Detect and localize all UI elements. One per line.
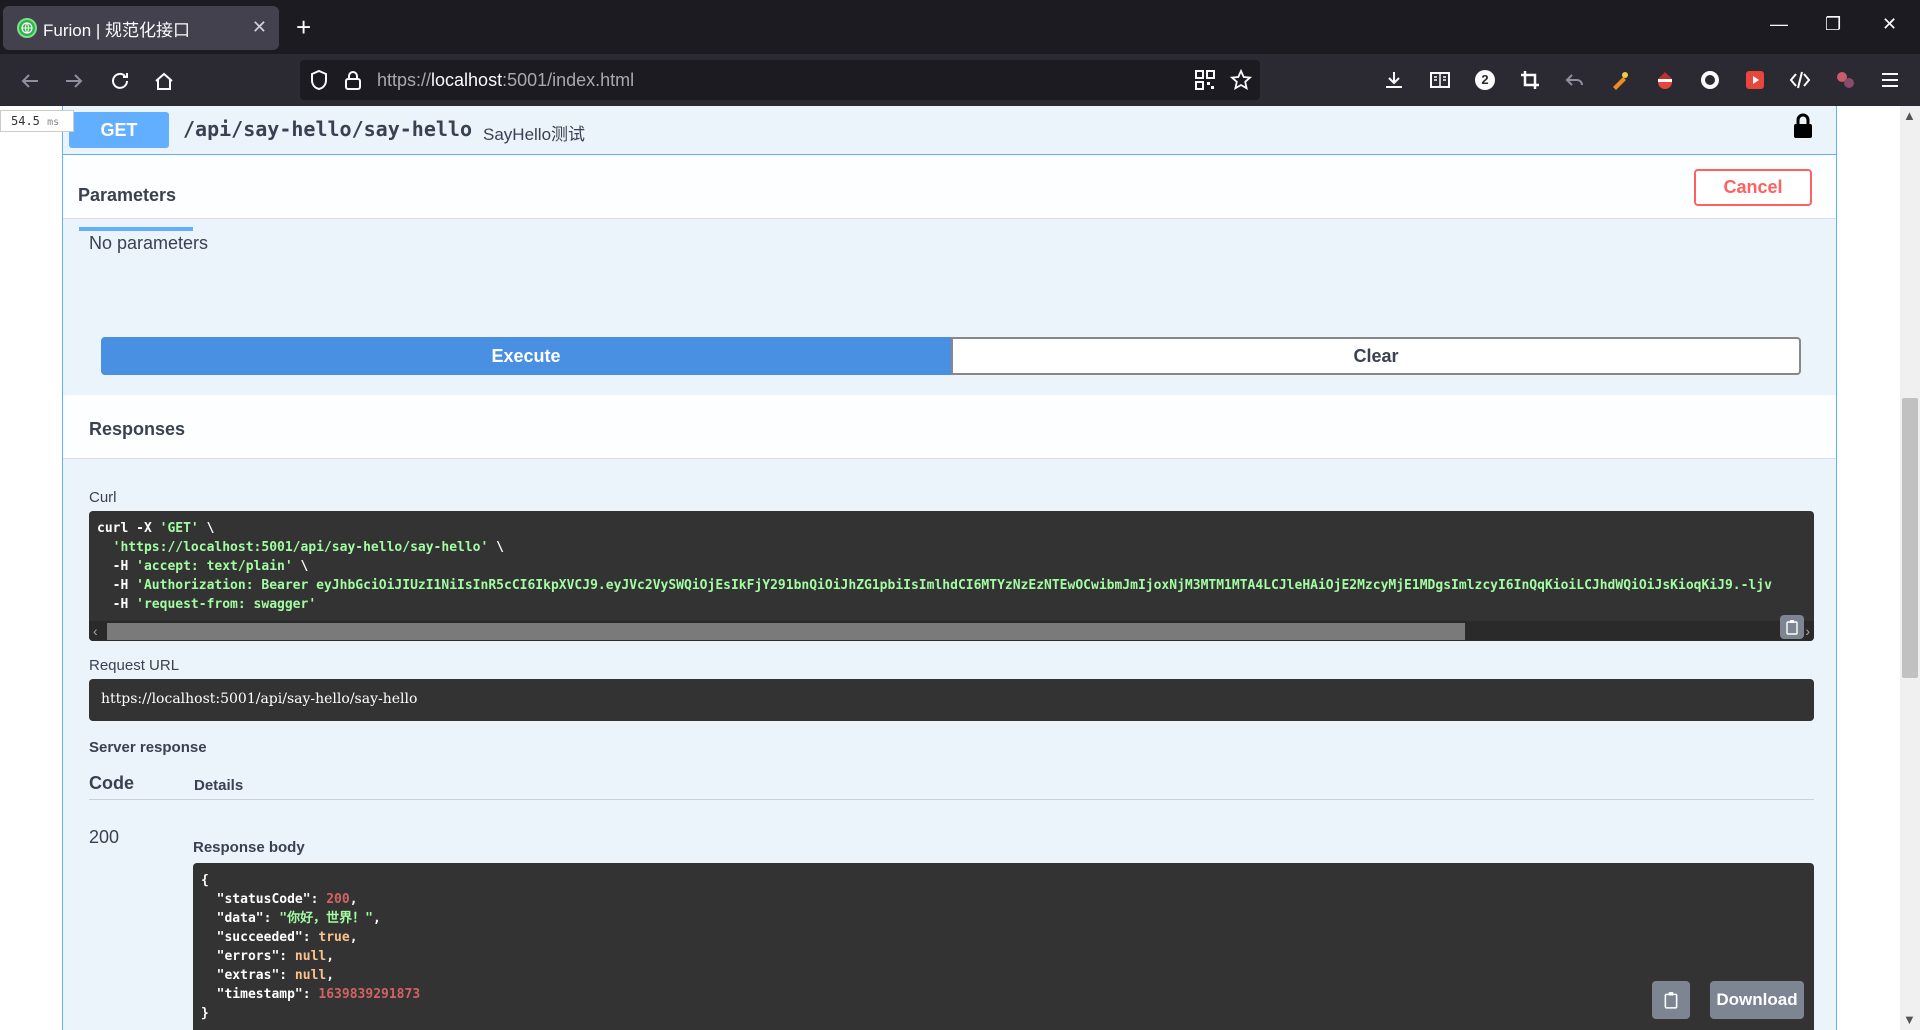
url-text[interactable]: https://localhost:5001/index.html	[377, 70, 634, 91]
curl-line: 'https://localhost:5001/api/say-hello/sa…	[112, 540, 504, 555]
tab-parameters[interactable]: Parameters	[78, 185, 176, 206]
minimize-button[interactable]: —	[1770, 14, 1788, 35]
request-url-box[interactable]: https://localhost:5001/api/say-hello/say…	[89, 679, 1814, 721]
globe-icon	[17, 18, 37, 38]
scroll-left-arrow-icon[interactable]: ‹	[93, 621, 98, 641]
parameters-header: Parameters Cancel	[63, 155, 1836, 231]
page-viewport: GET /api/say-hello/say-hello SayHello测试 …	[0, 106, 1920, 1030]
curl-line: -H 'request-from: swagger'	[97, 597, 317, 612]
bookmark-star-icon[interactable]	[1230, 69, 1252, 91]
authorization-lock-icon[interactable]	[1792, 113, 1814, 139]
home-icon[interactable]	[151, 68, 177, 94]
clear-button[interactable]: Clear	[951, 337, 1801, 375]
no-parameters-text: No parameters	[89, 233, 209, 253]
reader-view-icon[interactable]	[1428, 68, 1452, 92]
extension-badge-icon[interactable]: 2	[1473, 68, 1497, 92]
shield-icon[interactable]	[308, 69, 330, 91]
reload-icon[interactable]	[107, 68, 133, 94]
download-button[interactable]: Download	[1710, 981, 1804, 1019]
response-body-box[interactable]: { "statusCode": 200, "data": "你好，世界！", "…	[193, 863, 1814, 1030]
active-tab-indicator	[79, 227, 193, 231]
browser-tab-active[interactable]: Furion | 规范化接口 ✕	[3, 6, 279, 50]
curl-command-box[interactable]: curl -X 'GET' \ 'https://localhost:5001/…	[89, 511, 1814, 641]
record-circle-icon[interactable]	[1698, 68, 1722, 92]
scroll-right-arrow-icon[interactable]: ›	[1805, 621, 1810, 641]
copy-response-icon[interactable]	[1652, 981, 1690, 1019]
browser-tab-bar: Furion | 规范化接口 ✕ + — ❐ ✕	[0, 0, 1920, 54]
browser-nav-bar: https://localhost:5001/index.html 2	[0, 54, 1920, 106]
server-response-label: Server response	[89, 739, 207, 756]
qr-code-icon[interactable]	[1194, 69, 1216, 91]
details-column-header: Details	[194, 777, 244, 794]
santa-extension-icon[interactable]	[1653, 68, 1677, 92]
address-bar[interactable]: https://localhost:5001/index.html	[300, 60, 1260, 100]
http-method-badge: GET	[69, 112, 169, 148]
response-status-code: 200	[89, 827, 120, 847]
brush-extension-icon[interactable]	[1608, 68, 1632, 92]
curl-line: -H 'Authorization: Bearer eyJhbGciOiJIUz…	[97, 578, 1772, 593]
download-icon[interactable]	[1382, 68, 1406, 92]
scroll-down-arrow-icon[interactable]: ▼	[1903, 1012, 1916, 1027]
vertical-scrollbar[interactable]: ▲ ▼	[1900, 106, 1920, 1030]
lock-icon[interactable]	[342, 69, 364, 91]
crop-icon[interactable]	[1518, 68, 1542, 92]
curl-label: Curl	[89, 489, 117, 506]
undo-icon[interactable]	[1563, 68, 1587, 92]
close-icon[interactable]: ✕	[252, 18, 267, 36]
operation-path: /api/say-hello/say-hello	[183, 117, 472, 141]
response-body-json[interactable]: { "statusCode": 200, "data": "你好，世界！", "…	[201, 871, 420, 1023]
restore-button[interactable]: ❐	[1825, 14, 1841, 35]
timing-badge: 54.5 ms	[0, 110, 74, 132]
extensions-puzzle-icon[interactable]	[1833, 68, 1857, 92]
curl-command-text[interactable]: curl -X 'GET' \ 'https://localhost:5001/…	[97, 519, 1772, 614]
operation-block: GET /api/say-hello/say-hello SayHello测试 …	[62, 106, 1837, 1030]
new-tab-button[interactable]: +	[296, 14, 311, 40]
horizontal-scrollbar[interactable]: ‹ ›	[89, 621, 1814, 641]
response-body-label: Response body	[193, 839, 305, 856]
execute-button[interactable]: Execute	[101, 337, 951, 375]
scrollbar-thumb-vertical[interactable]	[1902, 398, 1918, 678]
video-extension-icon[interactable]	[1743, 68, 1767, 92]
scrollbar-thumb[interactable]	[107, 623, 1465, 640]
close-window-button[interactable]: ✕	[1882, 14, 1897, 35]
code-column-header: Code	[89, 773, 134, 793]
curl-line: -H 'accept: text/plain' \	[97, 559, 309, 574]
tab-title: Furion | 规范化接口	[43, 20, 191, 40]
request-url-label: Request URL	[89, 657, 180, 674]
cancel-button[interactable]: Cancel	[1694, 169, 1812, 206]
table-divider	[89, 799, 1814, 800]
scroll-up-arrow-icon[interactable]: ▲	[1903, 108, 1916, 123]
hamburger-menu-icon[interactable]	[1878, 68, 1902, 92]
responses-title: Responses	[89, 419, 186, 439]
operation-description: SayHello测试	[483, 125, 586, 144]
copy-curl-icon[interactable]	[1780, 615, 1804, 639]
back-arrow-icon[interactable]	[17, 68, 43, 94]
operation-summary[interactable]: GET /api/say-hello/say-hello SayHello测试	[63, 106, 1836, 155]
curl-line: curl -X 'GET' \	[97, 521, 215, 536]
forward-arrow-icon[interactable]	[61, 68, 87, 94]
responses-header: Responses	[63, 395, 1836, 459]
code-brackets-icon[interactable]	[1788, 68, 1812, 92]
